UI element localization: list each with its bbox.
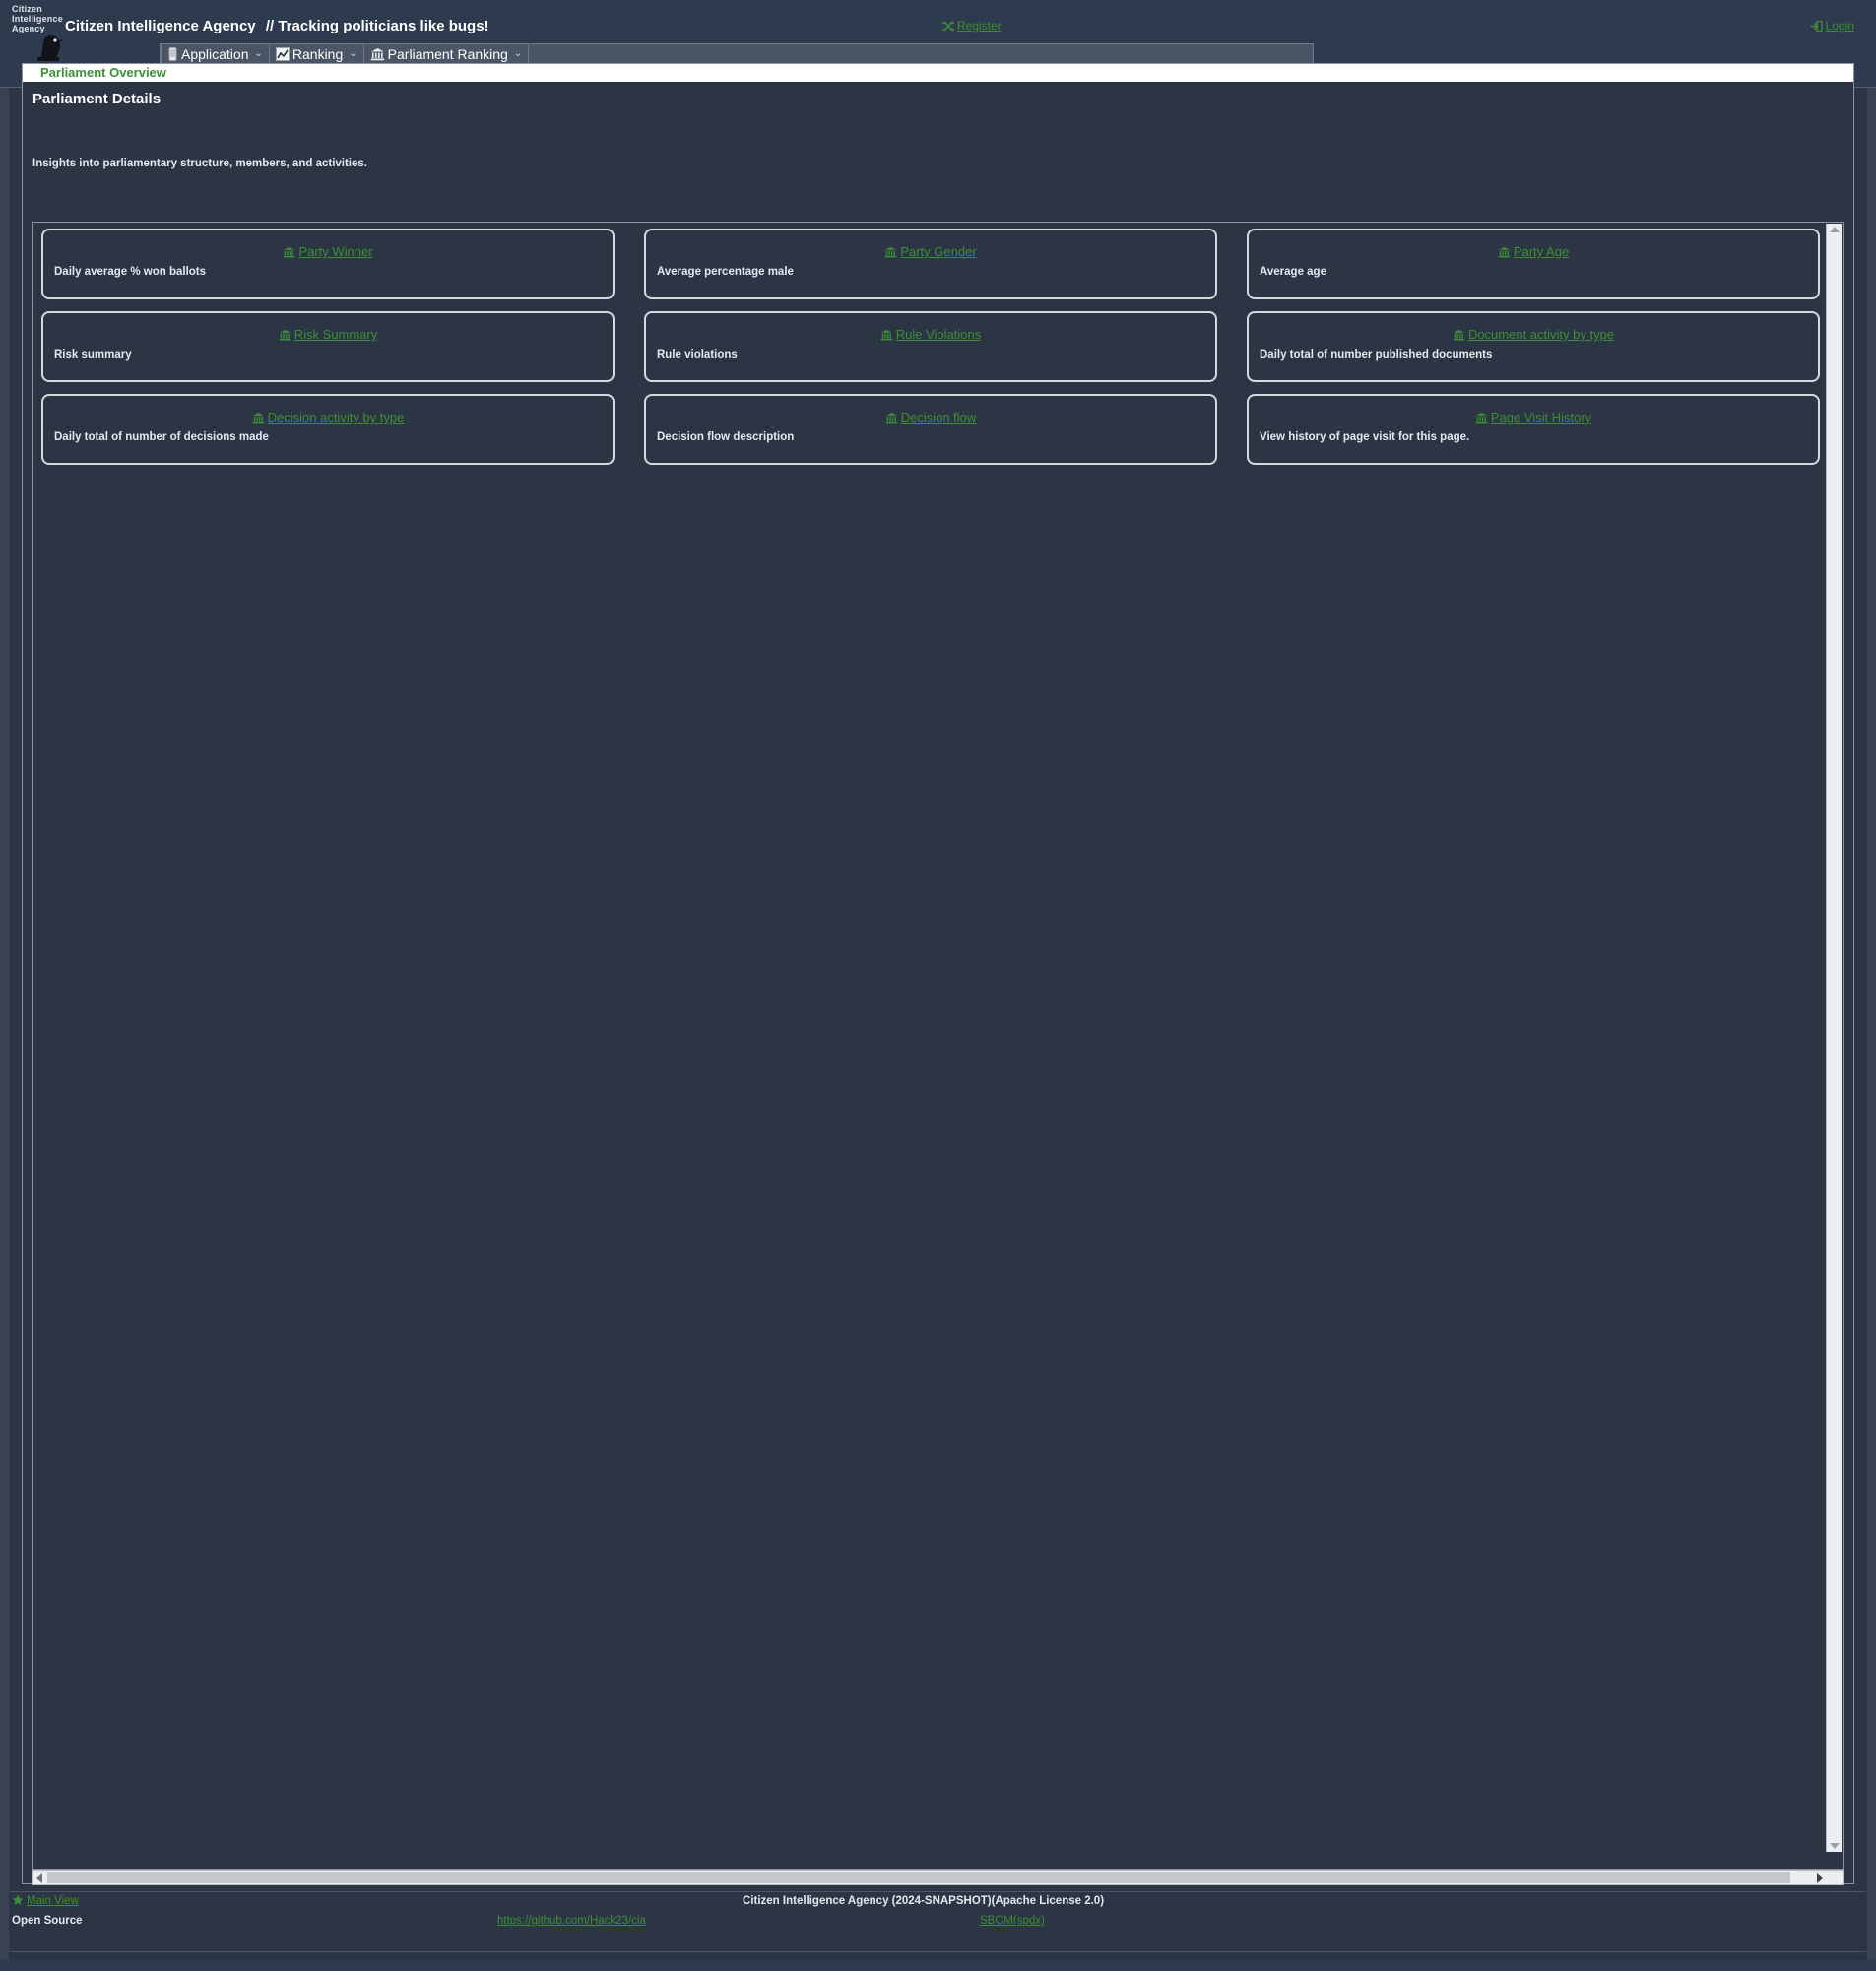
card-description: View history of page visit for this page… — [1260, 431, 1470, 443]
horizontal-scroll-thumb[interactable] — [47, 1872, 1790, 1883]
card-party-winner[interactable]: Party Winner Daily average % won ballots — [41, 229, 615, 299]
chevron-down-icon: ⌄ — [513, 48, 523, 59]
card-description: Average percentage male — [657, 266, 794, 278]
page-footer: Main View Citizen Intelligence Agency (2… — [10, 1891, 1866, 1952]
card-decision-activity-by-type-link[interactable]: Decision activity by type — [43, 410, 613, 427]
card-description: Rule violations — [657, 349, 738, 361]
bank-icon — [252, 412, 265, 427]
cards-scroll-area: Party Winner Daily average % won ballots… — [32, 222, 1844, 1870]
card-title-text: Decision activity by type — [267, 410, 405, 425]
card-party-gender-link[interactable]: Party Gender — [646, 244, 1215, 261]
card-page-visit-history-link[interactable]: Page Visit History — [1249, 410, 1818, 427]
star-icon — [12, 1894, 24, 1909]
document-icon — [167, 46, 178, 61]
card-description: Average age — [1260, 266, 1326, 278]
site-title: Citizen Intelligence Agency // Tracking … — [65, 18, 489, 34]
card-party-gender[interactable]: Party Gender Average percentage male — [644, 229, 1217, 299]
bank-icon — [1453, 329, 1465, 344]
card-description: Daily total of number of decisions made — [54, 431, 269, 443]
card-title-text: Party Age — [1513, 244, 1570, 259]
bank-icon — [283, 246, 295, 261]
card-rule-violations[interactable]: Rule Violations Rule violations — [644, 311, 1217, 382]
card-description: Daily average % won ballots — [54, 266, 207, 278]
menu-item-application[interactable]: Application ⌄ — [161, 44, 270, 63]
left-rail — [0, 87, 9, 1960]
right-rail — [1867, 87, 1876, 1960]
bird-logo-icon — [37, 35, 64, 61]
site-title-text: Citizen Intelligence Agency — [65, 18, 256, 34]
card-row: Risk Summary Risk summary Rule Violation… — [41, 311, 1820, 382]
card-title-text: Party Gender — [900, 244, 977, 259]
card-document-activity-by-type[interactable]: Document activity by type Daily total of… — [1247, 311, 1820, 382]
card-party-age-link[interactable]: Party Age — [1249, 244, 1818, 261]
login-arrow-icon — [1810, 20, 1823, 34]
main-menu-bar: Application ⌄ Ranking ⌄ Parliament Ranki… — [160, 43, 1314, 64]
chevron-down-icon: ⌄ — [349, 48, 357, 59]
card-risk-summary-link[interactable]: Risk Summary — [43, 327, 613, 344]
main-view-link[interactable]: Main View — [12, 1894, 79, 1909]
site-tagline: // Tracking politicians like bugs! — [265, 18, 489, 34]
page-subtitle: Insights into parliamentary structure, m… — [32, 158, 367, 169]
sbom-link[interactable]: SBOM(spdx) — [980, 1915, 1045, 1927]
card-title-text: Document activity by type — [1467, 327, 1615, 342]
login-link[interactable]: Login — [1810, 19, 1854, 34]
main-view-label: Main View — [27, 1895, 79, 1907]
menu-item-ranking-label: Ranking — [291, 45, 344, 62]
bank-icon — [1498, 246, 1511, 261]
menu-item-application-label: Application — [181, 45, 249, 62]
menu-item-parliament-ranking[interactable]: Parliament Ranking ⌄ — [364, 44, 530, 63]
open-source-label: Open Source — [12, 1915, 83, 1927]
scroll-left-arrow-icon[interactable] — [36, 1873, 42, 1883]
tab-parliament-overview[interactable]: Parliament Overview — [32, 64, 174, 82]
menu-item-parliament-ranking-label: Parliament Ranking — [387, 45, 508, 62]
card-decision-activity-by-type[interactable]: Decision activity by type Daily total of… — [41, 394, 615, 465]
scroll-down-arrow-icon[interactable] — [1830, 1843, 1840, 1849]
shuffle-icon — [942, 21, 954, 34]
bank-icon — [279, 329, 291, 344]
login-label: Login — [1825, 19, 1854, 33]
card-title-text: Party Winner — [298, 244, 373, 259]
card-row: Decision activity by type Daily total of… — [41, 394, 1820, 465]
app-logo[interactable]: Citizen Intelligence Agency — [12, 4, 89, 65]
card-description: Daily total of number published document… — [1260, 349, 1493, 361]
vertical-scrollbar[interactable] — [1826, 224, 1842, 1852]
card-title-text: Rule Violations — [895, 327, 982, 342]
github-link[interactable]: https://github.com/Hack23/cia — [497, 1915, 646, 1927]
bottom-strip — [0, 1960, 1876, 1971]
bank-icon — [1475, 412, 1488, 427]
bank-icon — [884, 246, 897, 261]
card-party-winner-link[interactable]: Party Winner — [43, 244, 613, 261]
card-page-visit-history[interactable]: Page Visit History View history of page … — [1247, 394, 1820, 465]
scroll-right-arrow-icon[interactable] — [1817, 1873, 1823, 1883]
card-description: Decision flow description — [657, 431, 795, 443]
main-content-panel: Parliament Overview Parliament Details I… — [22, 63, 1854, 1885]
chart-line-icon — [275, 46, 290, 61]
card-document-activity-by-type-link[interactable]: Document activity by type — [1249, 327, 1818, 344]
card-title-text: Risk Summary — [293, 327, 378, 342]
chevron-down-icon: ⌄ — [254, 48, 263, 59]
menu-item-ranking[interactable]: Ranking ⌄ — [270, 44, 364, 63]
bank-icon — [370, 47, 385, 61]
page-title: Parliament Details — [32, 91, 162, 107]
card-decision-flow-link[interactable]: Decision flow — [646, 410, 1215, 427]
card-row: Party Winner Daily average % won ballots… — [41, 229, 1820, 299]
card-decision-flow[interactable]: Decision flow Decision flow description — [644, 394, 1217, 465]
cards-container: Party Winner Daily average % won ballots… — [33, 223, 1828, 1853]
card-title-text: Page Visit History — [1490, 410, 1592, 425]
register-label: Register — [957, 19, 1002, 33]
horizontal-scrollbar[interactable] — [32, 1870, 1844, 1885]
logo-line-1: Citizen — [12, 4, 42, 14]
register-link[interactable]: Register — [942, 19, 1002, 34]
bank-icon — [885, 412, 898, 427]
card-risk-summary[interactable]: Risk Summary Risk summary — [41, 311, 615, 382]
card-party-age[interactable]: Party Age Average age — [1247, 229, 1820, 299]
card-rule-violations-link[interactable]: Rule Violations — [646, 327, 1215, 344]
scroll-up-arrow-icon[interactable] — [1830, 227, 1840, 232]
card-title-text: Decision flow — [900, 410, 977, 425]
card-description: Risk summary — [54, 349, 132, 361]
tab-strip: Parliament Overview — [23, 64, 1853, 82]
copyright-text: Citizen Intelligence Agency (2024-SNAPSH… — [743, 1895, 1105, 1907]
bank-icon — [880, 329, 893, 344]
